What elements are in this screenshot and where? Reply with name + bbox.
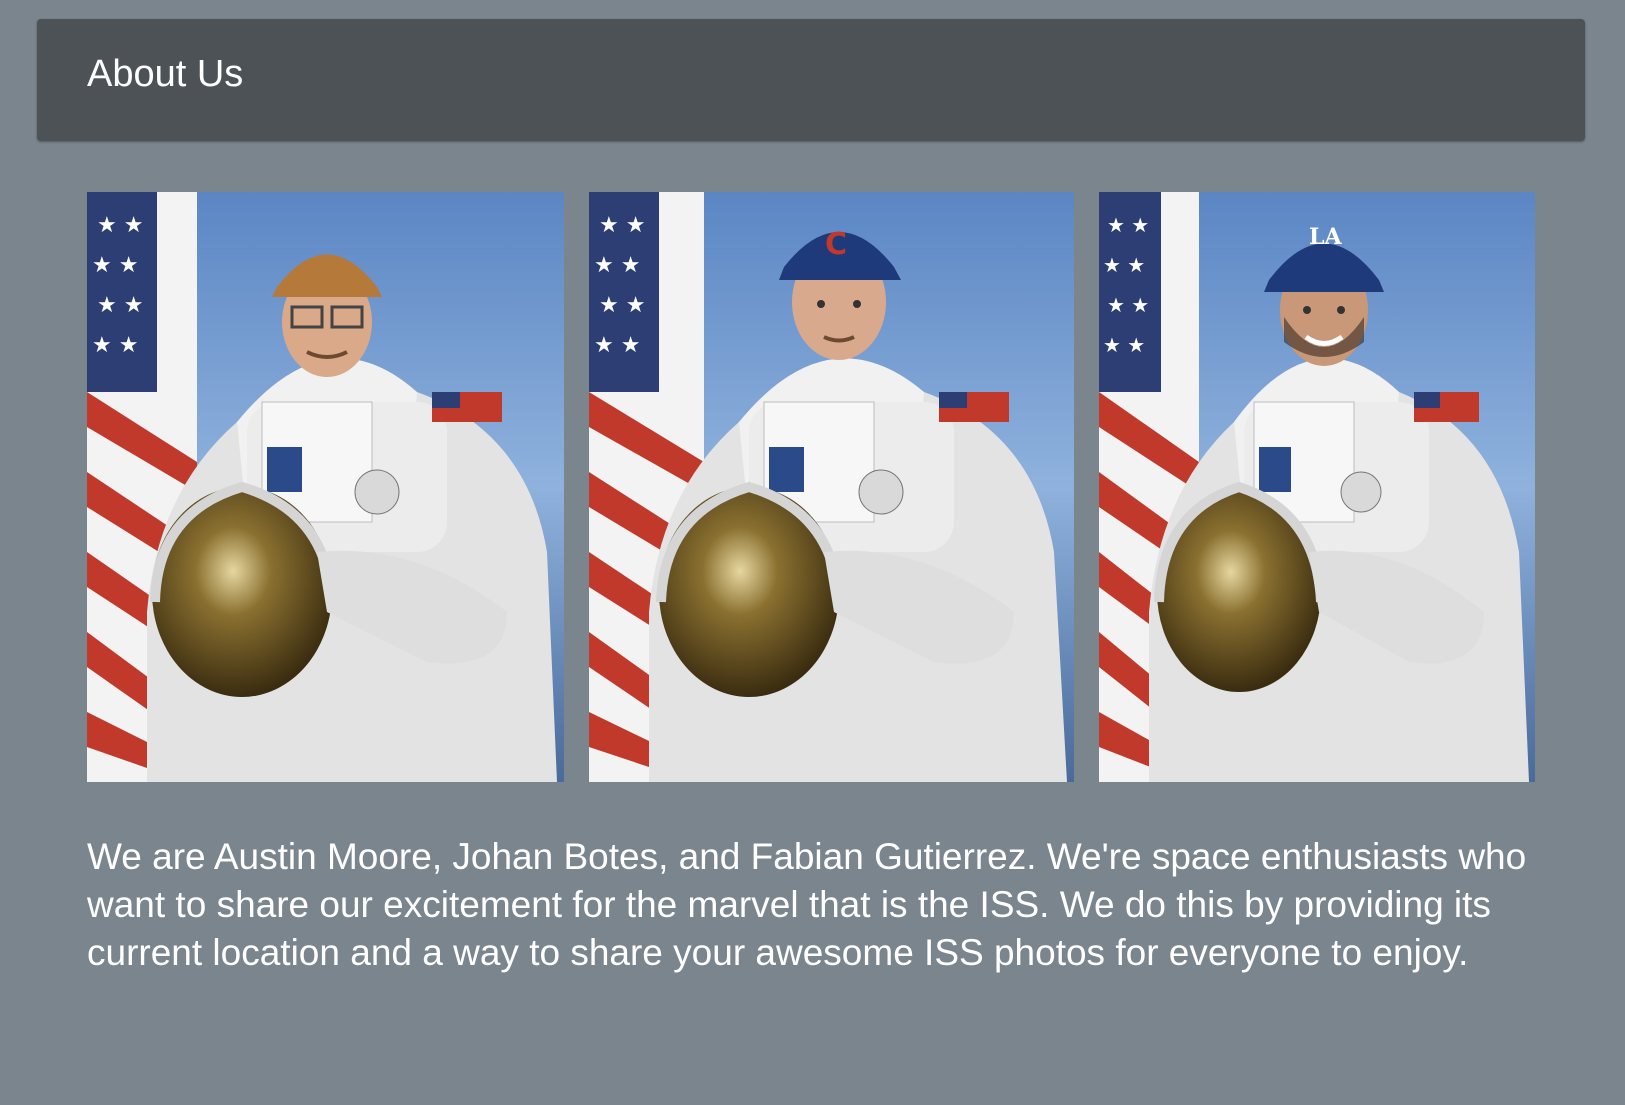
astronaut-photo-icon: ★ ★ ★ ★ ★ ★ ★ ★ <box>87 192 564 782</box>
svg-text:★ ★: ★ ★ <box>594 333 640 358</box>
svg-text:★ ★: ★ ★ <box>92 333 138 358</box>
team-photo-gallery: ★ ★ ★ ★ ★ ★ ★ ★ ★ ★ ★ ★ ★ ★ ★ ★ C ★ ★ ★ … <box>0 192 1625 782</box>
svg-text:★ ★: ★ ★ <box>92 253 138 278</box>
svg-text:★ ★: ★ ★ <box>1107 213 1149 237</box>
svg-text:★ ★: ★ ★ <box>599 293 645 318</box>
svg-text:★ ★: ★ ★ <box>599 213 645 238</box>
svg-text:★ ★: ★ ★ <box>97 213 143 238</box>
team-member-photo-1: ★ ★ ★ ★ ★ ★ ★ ★ <box>87 192 564 782</box>
team-member-photo-2: ★ ★ ★ ★ ★ ★ ★ ★ C <box>589 192 1074 782</box>
page-header: About Us <box>37 19 1585 141</box>
svg-text:★ ★: ★ ★ <box>97 293 143 318</box>
svg-text:★ ★: ★ ★ <box>594 253 640 278</box>
svg-text:★ ★: ★ ★ <box>1103 333 1145 357</box>
page-title: About Us <box>87 53 244 95</box>
svg-text:★ ★: ★ ★ <box>1107 293 1149 317</box>
svg-text:C: C <box>825 227 847 262</box>
astronaut-photo-icon: ★ ★ ★ ★ ★ ★ ★ ★ C <box>589 192 1074 782</box>
team-member-photo-3: ★ ★ ★ ★ ★ ★ ★ ★ LA <box>1099 192 1535 782</box>
svg-text:LA: LA <box>1309 224 1342 250</box>
about-description: We are Austin Moore, Johan Botes, and Fa… <box>87 836 1527 973</box>
astronaut-photo-icon: ★ ★ ★ ★ ★ ★ ★ ★ LA <box>1099 192 1535 782</box>
svg-text:★ ★: ★ ★ <box>1103 253 1145 277</box>
